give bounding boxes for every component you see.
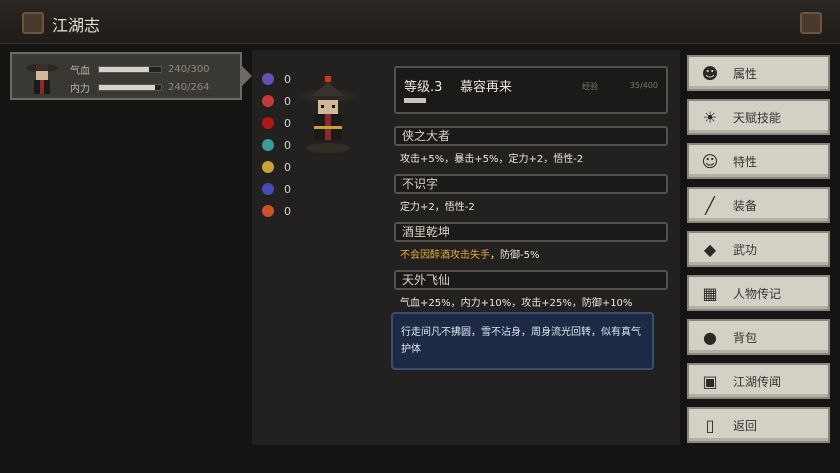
character-portrait-icon xyxy=(26,64,58,94)
status-item: 0 xyxy=(262,68,291,90)
character-name: 慕容再来 xyxy=(460,80,513,95)
person-traits-icon: ☺ xyxy=(701,151,719,171)
trait-desc: 气血+25%，内力+10%，攻击+25%，防御+10% xyxy=(400,298,633,309)
gold-sparkle-icon xyxy=(262,161,274,173)
menu-label: 天赋技能 xyxy=(733,110,782,125)
corner-ornament-icon xyxy=(800,12,822,34)
broken-heart-icon xyxy=(262,95,274,107)
exp-value: 35/400 xyxy=(629,81,658,90)
menu-traits-button[interactable]: ☺ 特性 xyxy=(687,143,830,179)
monitor-icon: ▣ xyxy=(702,371,718,391)
blue-face-icon xyxy=(262,183,274,195)
level-text: 等级.3 xyxy=(404,80,443,95)
scroll-icon: ◆ xyxy=(703,239,717,259)
trait-desc: 攻击+5%，暴击+5%，定力+2，悟性-2 xyxy=(400,154,584,165)
character-card[interactable]: 气血 240/300 内力 240/264 xyxy=(10,52,242,100)
book-icon: ▦ xyxy=(702,283,718,303)
menu-back-button[interactable]: ▯ 返回 xyxy=(687,407,830,443)
mp-value: 240/264 xyxy=(168,82,210,93)
person-icon: ☻ xyxy=(701,63,719,83)
trait-desc-warn: 不会因醉酒攻击失手 xyxy=(400,250,490,261)
trait-name: 天外飞仙 xyxy=(394,270,668,290)
trait-name: 不识字 xyxy=(394,174,668,194)
status-count: 0 xyxy=(284,204,291,218)
menu-label: 江湖传闻 xyxy=(733,374,782,389)
status-list: 0 0 0 0 0 0 0 xyxy=(262,68,291,222)
page-title: 江湖志 xyxy=(52,16,101,35)
flame-icon xyxy=(262,205,274,217)
trait-desc: 定力+2，悟性-2 xyxy=(400,202,475,213)
character-avatar xyxy=(302,76,354,153)
level-box: 等级.3 慕容再来 经验 35/400 xyxy=(394,66,668,114)
menu-label: 属性 xyxy=(733,66,758,81)
trait-item[interactable]: 不识字 定力+2，悟性-2 xyxy=(394,174,668,213)
exp-bar xyxy=(404,98,660,103)
menu-label: 人物传记 xyxy=(733,286,782,301)
menu-bag-button[interactable]: ● 背包 xyxy=(687,319,830,355)
menu-label: 装备 xyxy=(733,198,758,213)
menu-label: 返回 xyxy=(733,418,758,433)
menu-talents-button[interactable]: ☀ 天赋技能 xyxy=(687,99,830,135)
status-item: 0 xyxy=(262,134,291,156)
hp-bar-row: 气血 240/300 xyxy=(70,62,210,77)
trait-desc: 不会因醉酒攻击失手，防御-5% xyxy=(394,246,668,261)
door-icon: ▯ xyxy=(705,415,715,435)
trait-item[interactable]: 侠之大者 攻击+5%，暴击+5%，定力+2，悟性-2 xyxy=(394,126,668,165)
hp-label: 气血 xyxy=(70,66,90,77)
menu-label: 特性 xyxy=(733,154,758,169)
status-item: 0 xyxy=(262,200,291,222)
trait-item[interactable]: 酒里乾坤 不会因醉酒攻击失手，防御-5% xyxy=(394,222,668,261)
bag-icon: ● xyxy=(703,327,717,347)
status-count: 0 xyxy=(284,72,291,86)
selection-arrow-icon xyxy=(242,66,252,86)
status-item: 0 xyxy=(262,178,291,200)
status-count: 0 xyxy=(284,138,291,152)
menu-martial-arts-button[interactable]: ◆ 武功 xyxy=(687,231,830,267)
aura-person-icon: ☀ xyxy=(702,107,718,127)
mp-bar xyxy=(98,84,162,91)
menu-biography-button[interactable]: ▦ 人物传记 xyxy=(687,275,830,311)
status-count: 0 xyxy=(284,182,291,196)
journal-icon xyxy=(22,12,44,34)
mp-label: 内力 xyxy=(70,84,90,95)
purple-skull-icon xyxy=(262,73,274,85)
status-item: 0 xyxy=(262,90,291,112)
menu-equipment-button[interactable]: ╱ 装备 xyxy=(687,187,830,223)
trait-name: 侠之大者 xyxy=(394,126,668,146)
status-count: 0 xyxy=(284,160,291,174)
status-count: 0 xyxy=(284,116,291,130)
menu-label: 背包 xyxy=(733,330,758,345)
status-item: 0 xyxy=(262,112,291,134)
teal-cat-icon xyxy=(262,139,274,151)
trait-name: 酒里乾坤 xyxy=(394,222,668,242)
title-bar: 江湖志 xyxy=(0,0,840,44)
exp-label: 经验 xyxy=(582,82,598,91)
trait-item[interactable]: 天外飞仙 气血+25%，内力+10%，攻击+25%，防御+10% xyxy=(394,270,668,309)
mp-bar-row: 内力 240/264 xyxy=(70,80,210,95)
trait-tooltip: 行走间凡不拂圆，雪不沾身，周身流光回转，似有真气护体 xyxy=(391,312,654,370)
trait-desc-rest: ，防御-5% xyxy=(490,250,540,261)
status-item: 0 xyxy=(262,156,291,178)
status-count: 0 xyxy=(284,94,291,108)
red-blob-icon xyxy=(262,117,274,129)
menu-label: 武功 xyxy=(733,242,758,257)
hp-bar xyxy=(98,66,162,73)
hp-value: 240/300 xyxy=(168,64,210,75)
menu-rumors-button[interactable]: ▣ 江湖传闻 xyxy=(687,363,830,399)
menu-attributes-button[interactable]: ☻ 属性 xyxy=(687,55,830,91)
sword-icon: ╱ xyxy=(705,195,715,215)
side-menu: ☻ 属性 ☀ 天赋技能 ☺ 特性 ╱ 装备 ◆ 武功 ▦ 人物传记 ● 背包 ▣… xyxy=(687,55,830,451)
